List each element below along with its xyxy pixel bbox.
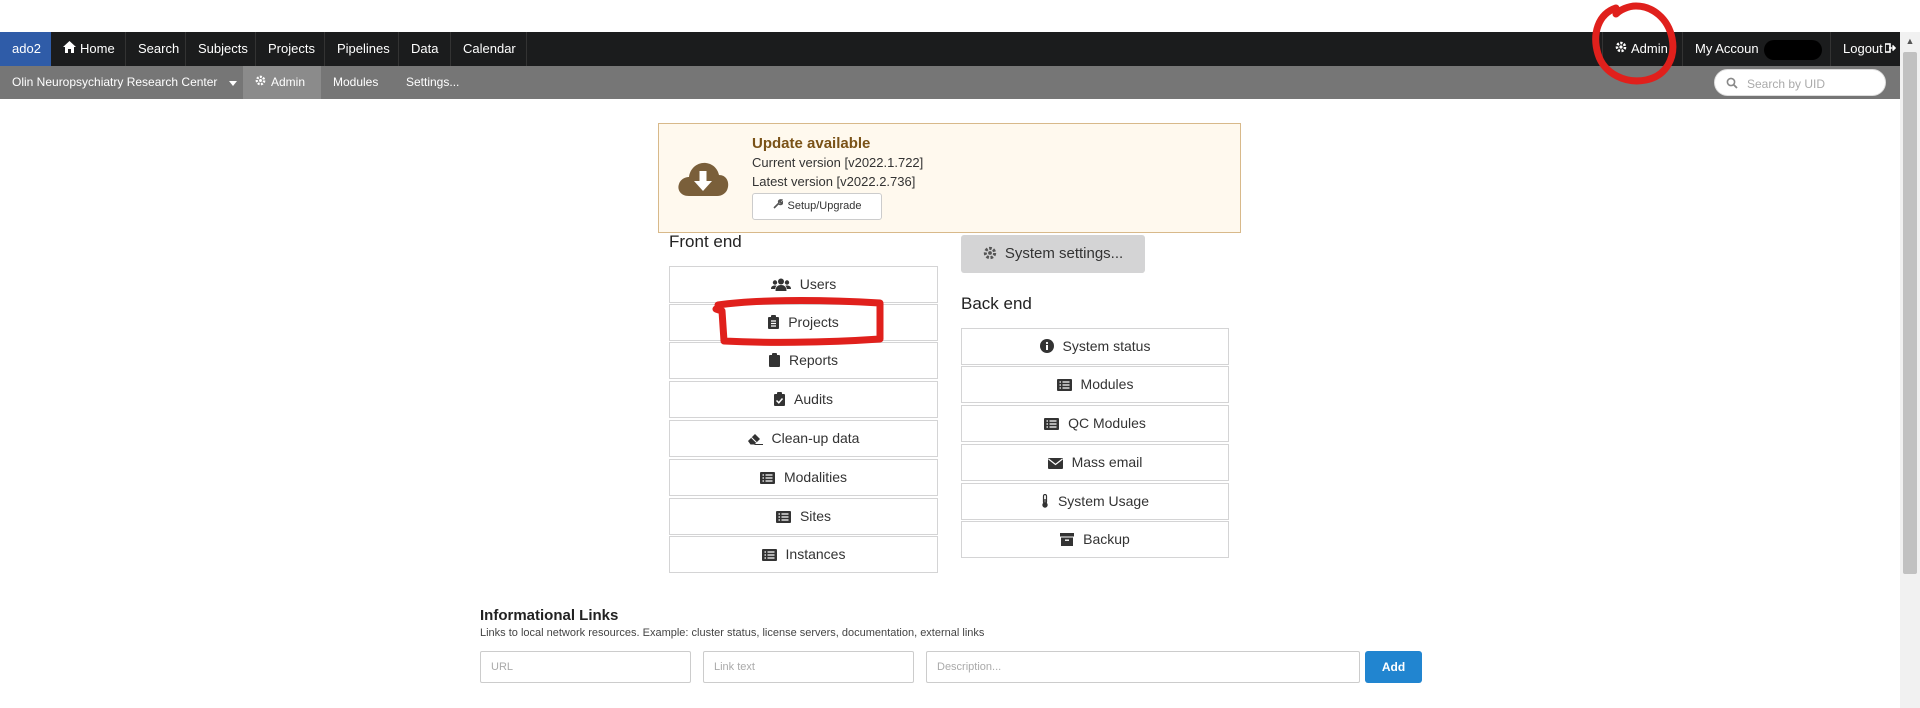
nav-my-account[interactable]: My Accoun — [1682, 32, 1830, 66]
clipboard-icon — [768, 353, 780, 367]
system-usage-button[interactable]: System Usage — [961, 483, 1229, 520]
nav-data[interactable]: Data — [399, 32, 451, 66]
qc-modules-label: QC Modules — [1068, 415, 1146, 431]
envelope-icon — [1047, 458, 1063, 469]
brand-link[interactable]: ado2 — [0, 32, 51, 66]
scroll-up-arrow-icon[interactable]: ▲ — [1905, 36, 1915, 46]
modalities-button[interactable]: Modalities — [669, 459, 938, 496]
thermometer-icon — [1042, 493, 1048, 508]
nav-my-account-label: My Accoun — [1695, 41, 1759, 56]
system-status-label: System status — [1062, 338, 1151, 354]
reports-label: Reports — [788, 352, 839, 368]
scrollbar-thumb[interactable] — [1903, 52, 1917, 574]
mass-email-button[interactable]: Mass email — [961, 444, 1229, 481]
subnav-admin-label: Admin — [271, 75, 306, 89]
sites-button[interactable]: Sites — [669, 498, 938, 535]
secondary-navbar: Olin Neuropsychiatry Research Center Adm… — [0, 66, 1900, 99]
clipboard-list-icon — [768, 315, 780, 329]
system-settings-label: System settings... — [1004, 245, 1124, 262]
projects-label: Projects — [788, 314, 839, 330]
gear-icon — [255, 75, 266, 89]
list-alt-icon — [761, 549, 777, 561]
list-alt-icon — [1044, 418, 1060, 430]
gear-icon — [1615, 32, 1627, 66]
frontend-heading: Front end — [669, 232, 742, 251]
cloud-download-icon — [677, 158, 729, 203]
reports-button[interactable]: Reports — [669, 342, 938, 379]
subnav-settings[interactable]: Settings... — [394, 66, 474, 99]
users-icon — [770, 278, 791, 291]
cleanup-data-label: Clean-up data — [771, 430, 860, 446]
update-available-panel: Update available Current version [v2022.… — [658, 123, 1241, 233]
search-icon — [1726, 76, 1738, 94]
informational-links-description: Links to local network resources. Exampl… — [480, 627, 985, 639]
nav-admin-label: Admin — [1631, 41, 1668, 56]
update-title: Update available — [752, 135, 871, 152]
backend-heading: Back end — [961, 294, 1032, 313]
sites-label: Sites — [799, 508, 832, 524]
archive-icon — [1060, 533, 1075, 546]
url-input[interactable] — [480, 651, 691, 683]
nav-subjects[interactable]: Subjects — [186, 32, 256, 66]
top-navbar: ado2 Home Search Subjects Projects Pipel… — [0, 32, 1900, 66]
backup-button[interactable]: Backup — [961, 521, 1229, 558]
nav-projects[interactable]: Projects — [256, 32, 325, 66]
logout-icon — [1883, 41, 1896, 56]
site-name: Olin Neuropsychiatry Research Center — [12, 75, 218, 89]
nav-home-label: Home — [80, 41, 115, 56]
modules-button[interactable]: Modules — [961, 366, 1229, 403]
description-input[interactable] — [926, 651, 1360, 683]
qc-modules-button[interactable]: QC Modules — [961, 405, 1229, 442]
link-text-input[interactable] — [703, 651, 914, 683]
system-settings-button[interactable]: System settings... — [961, 235, 1145, 273]
site-selector[interactable]: Olin Neuropsychiatry Research Center — [0, 66, 243, 99]
nav-admin[interactable]: Admin — [1602, 32, 1682, 66]
uid-search — [1714, 69, 1886, 96]
system-usage-label: System Usage — [1057, 493, 1150, 509]
list-alt-icon — [759, 472, 775, 484]
users-label: Users — [799, 276, 837, 292]
wrench-icon — [772, 199, 784, 212]
nav-search[interactable]: Search — [126, 32, 186, 66]
projects-button[interactable]: Projects — [669, 304, 938, 341]
cleanup-data-button[interactable]: Clean-up data — [669, 420, 938, 457]
backup-label: Backup — [1083, 531, 1130, 547]
mass-email-label: Mass email — [1071, 454, 1143, 470]
setup-upgrade-label: Setup/Upgrade — [787, 200, 862, 212]
nav-pipelines[interactable]: Pipelines — [325, 32, 399, 66]
nav-logout-label: Logout — [1843, 41, 1883, 56]
clipboard-check-icon — [774, 392, 786, 406]
audits-label: Audits — [794, 391, 833, 407]
eraser-icon — [747, 434, 763, 445]
informational-links-title: Informational Links — [480, 607, 619, 624]
system-status-button[interactable]: System status — [961, 328, 1229, 365]
subnav-modules[interactable]: Modules — [321, 66, 391, 99]
list-alt-icon — [1056, 379, 1072, 391]
instances-button[interactable]: Instances — [669, 536, 938, 573]
subnav-admin[interactable]: Admin — [243, 66, 321, 99]
nav-calendar[interactable]: Calendar — [451, 32, 527, 66]
setup-upgrade-button[interactable]: Setup/Upgrade — [752, 193, 882, 220]
info-circle-icon — [1039, 339, 1054, 353]
latest-version: Latest version [v2022.2.736] — [752, 174, 916, 189]
current-version: Current version [v2022.1.722] — [752, 155, 924, 170]
users-button[interactable]: Users — [669, 266, 938, 303]
uid-search-input[interactable] — [1745, 74, 1881, 94]
audits-button[interactable]: Audits — [669, 381, 938, 418]
list-alt-icon — [775, 511, 791, 523]
modalities-label: Modalities — [783, 469, 848, 485]
modules-label: Modules — [1080, 376, 1134, 392]
caret-down-icon — [228, 75, 237, 89]
home-icon — [63, 32, 76, 66]
nav-home[interactable]: Home — [51, 32, 126, 66]
nav-logout[interactable]: Logout — [1830, 32, 1900, 66]
gear-icon — [983, 246, 996, 260]
add-link-button[interactable]: Add — [1365, 651, 1422, 683]
instances-label: Instances — [785, 546, 846, 562]
redacted-username — [1764, 39, 1823, 60]
